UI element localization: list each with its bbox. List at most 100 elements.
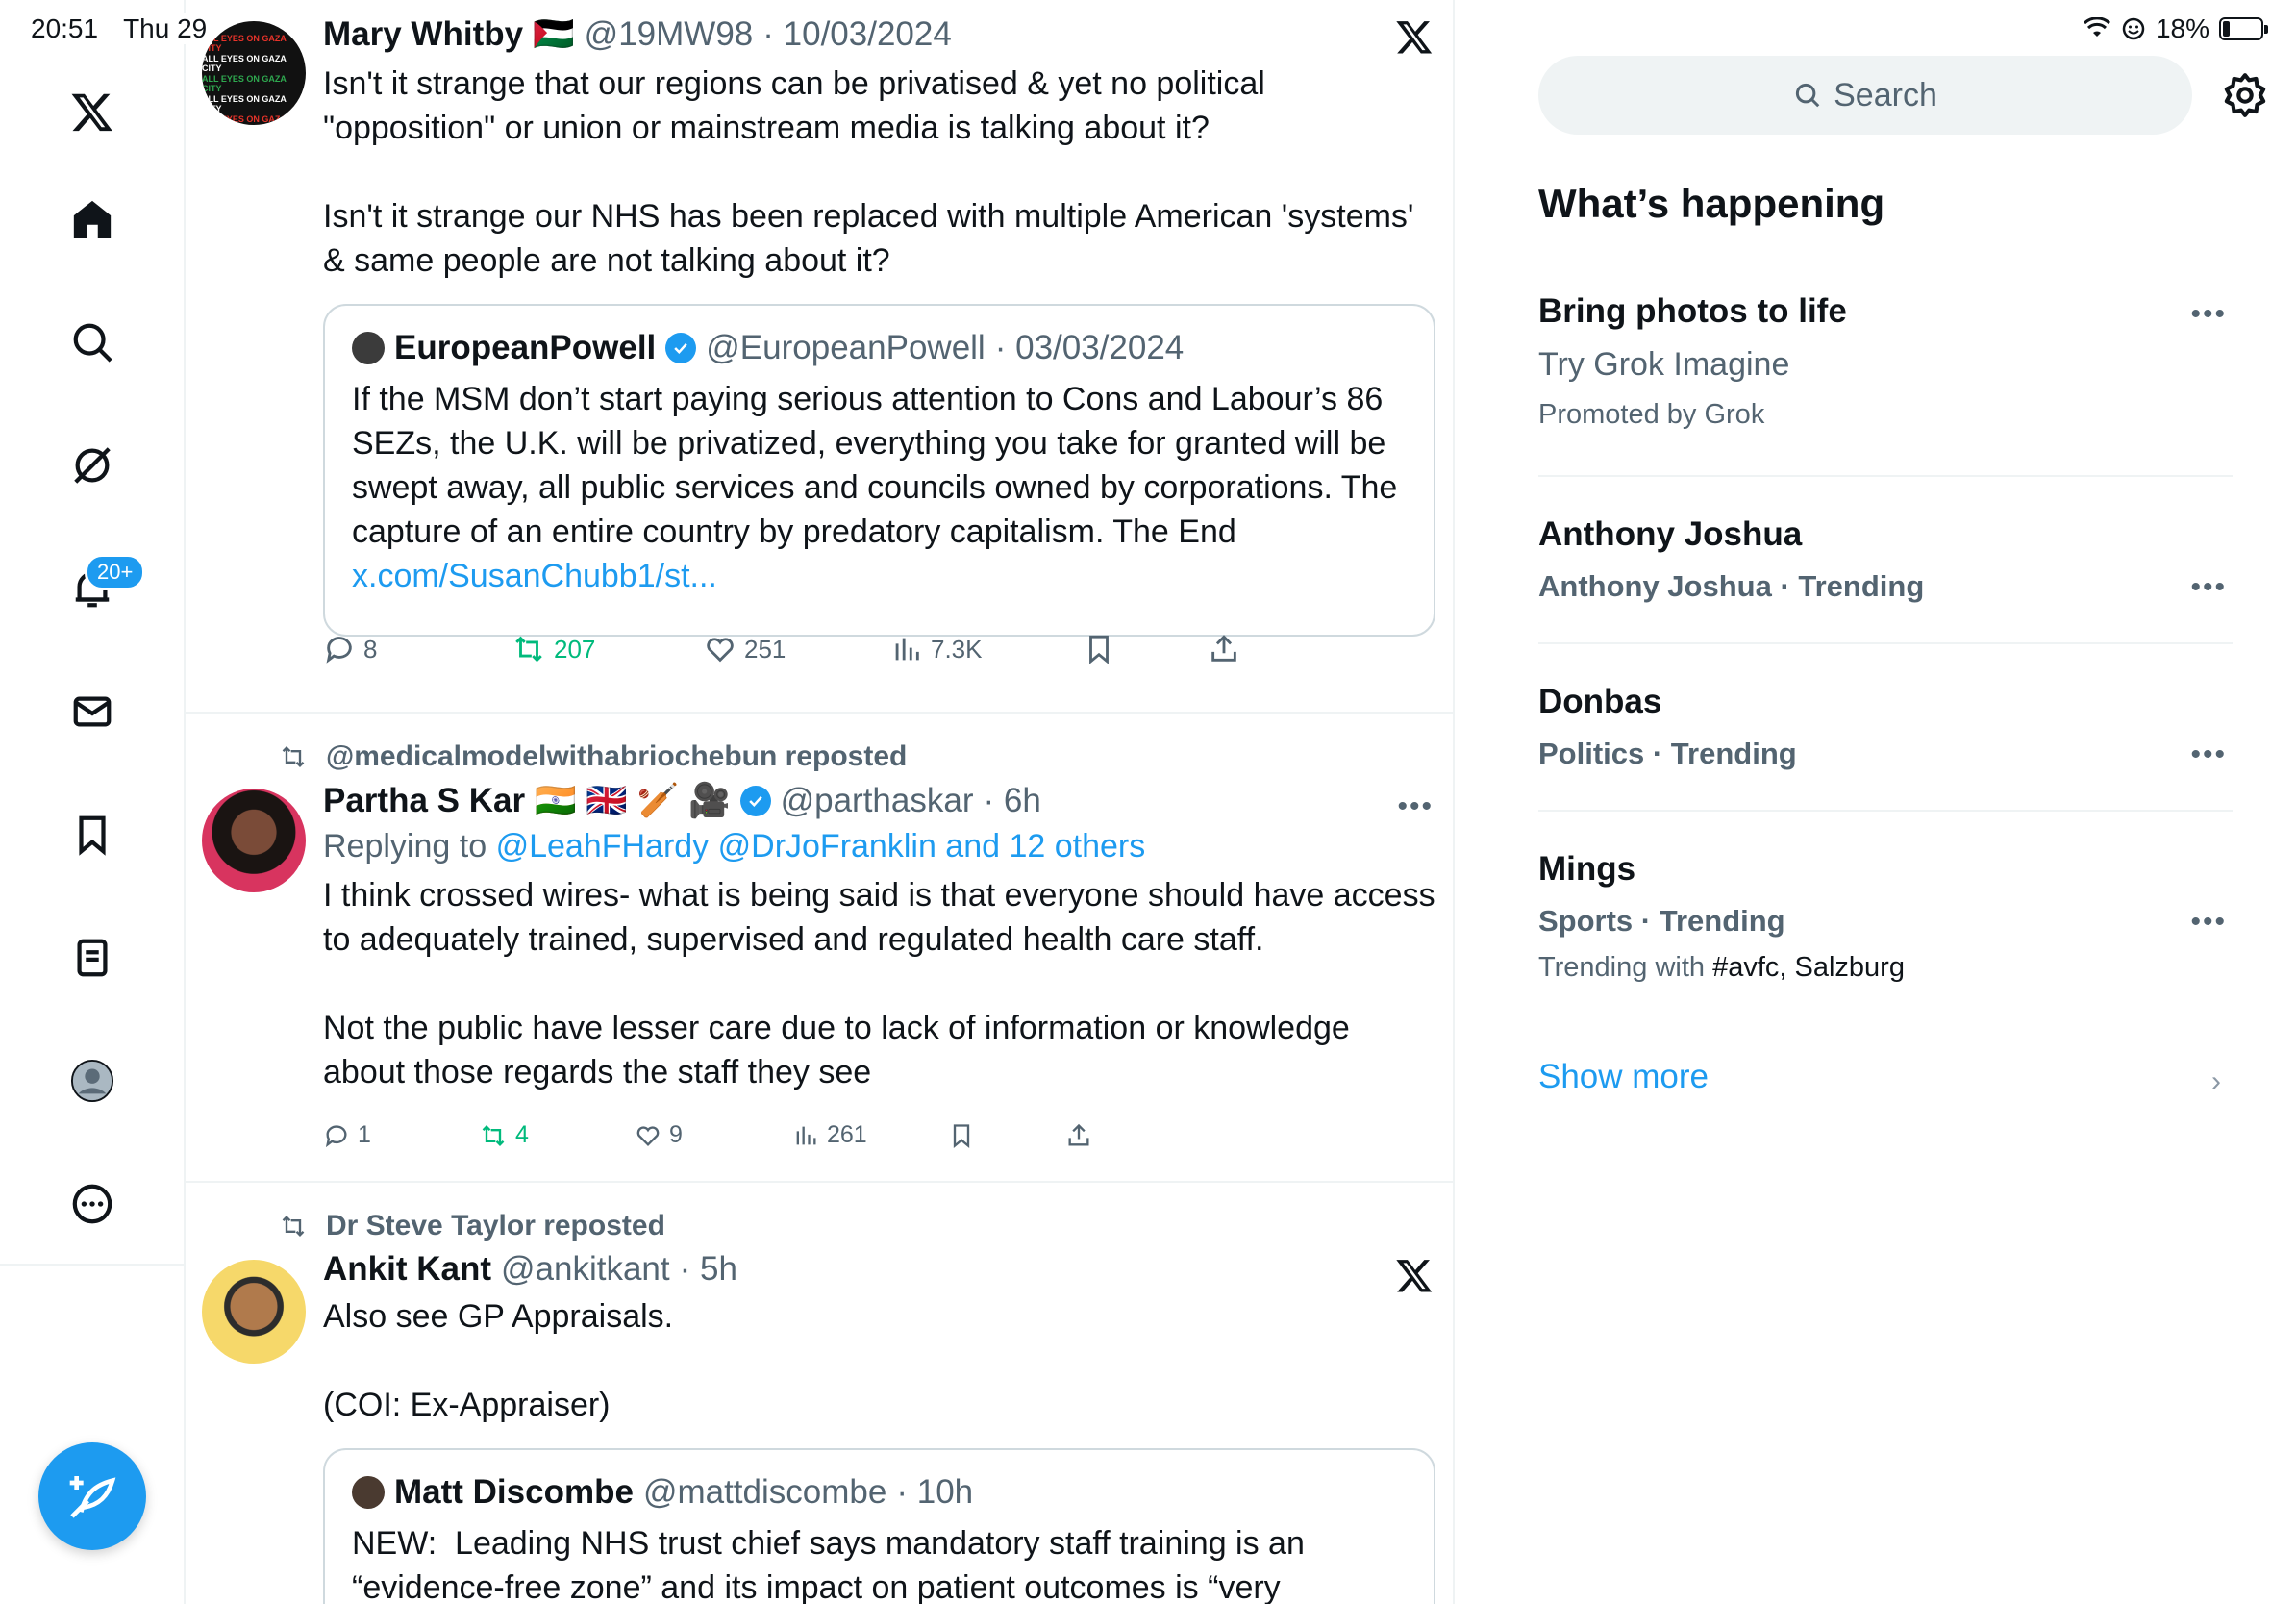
author-name[interactable]: Partha S Kar (323, 782, 525, 820)
post-actions: 1 4 9 261 (323, 1121, 1092, 1149)
more-options-icon[interactable] (63, 1175, 121, 1233)
quoted-text: If the MSM don’t start paying serious at… (352, 381, 1407, 550)
quoted-date: · 10h (896, 1473, 974, 1511)
heart-icon (707, 638, 734, 663)
post-date[interactable]: · 5h (680, 1250, 737, 1289)
x-logo-icon[interactable] (63, 83, 121, 140)
share-button[interactable] (1208, 633, 1240, 665)
settings-gear-icon[interactable] (2221, 71, 2269, 119)
chevron-right-icon: › (2211, 1065, 2221, 1097)
author-name[interactable]: Mary Whitby (323, 15, 523, 54)
trend-item-bring-photos[interactable]: Bring photos to life Try Grok Imagine Pr… (1538, 292, 2233, 431)
post-text: Also see GP Appraisals. (COI: Ex-Apprais… (323, 1298, 674, 1423)
repost-icon (515, 636, 542, 663)
post-more-menu[interactable]: ••• (1397, 790, 1434, 823)
avatar-partha-s-kar[interactable] (202, 789, 306, 892)
verified-badge-icon (739, 785, 771, 816)
reply-button[interactable]: 1 (323, 1121, 479, 1149)
share-icon (1211, 635, 1236, 662)
views-chart-icon (796, 1126, 816, 1144)
repost-icon (282, 1216, 305, 1237)
status-date: Thu 29 (123, 13, 208, 43)
repost-button[interactable]: 207 (512, 633, 704, 665)
quoted-post[interactable]: EuropeanPowell @EuropeanPowell · 03/03/2… (323, 304, 1435, 637)
post-partha-s-kar[interactable]: @medicalmodelwithabriochebun reposted Pa… (186, 714, 1453, 1183)
status-bar-right: 18% (2083, 13, 2268, 44)
compose-post-button[interactable] (38, 1442, 146, 1550)
quoted-link[interactable]: x.com/SusanChubb1/st... (352, 554, 1407, 598)
author-handle[interactable]: @19MW98 (585, 15, 754, 54)
quoted-post[interactable]: Matt Discombe @mattdiscombe · 10h NEW: L… (323, 1448, 1435, 1604)
bookmarks-icon[interactable] (63, 806, 121, 864)
bookmark-icon (1089, 635, 1109, 664)
post-mary-whitby[interactable]: ALL EYES ON GAZA CITY ALL EYES ON GAZA C… (186, 0, 1453, 714)
reposted-by[interactable]: Dr Steve Taylor reposted (326, 1210, 665, 1242)
post-date[interactable]: · 6h (984, 782, 1041, 820)
post-text: I think crossed wires- what is being sai… (323, 877, 1435, 1090)
x-logo-icon (1396, 21, 1433, 54)
trend-item-anthony-joshua[interactable]: Anthony Joshua Anthony Joshua · Trending… (1538, 515, 2233, 604)
repost-indicator: Dr Steve Taylor reposted (278, 1210, 665, 1242)
trend-item-donbas[interactable]: Donbas Politics · Trending ••• (1538, 683, 2233, 771)
explore-search-icon[interactable] (63, 313, 121, 371)
reply-icon (325, 1124, 347, 1147)
trend-divider (1538, 642, 2233, 644)
like-button[interactable]: 9 (635, 1121, 792, 1149)
trend-item-mings[interactable]: Mings Sports · Trending Trending with #a… (1538, 850, 2233, 984)
reposted-by[interactable]: @medicalmodelwithabriochebun reposted (326, 740, 907, 773)
author-flags: 🇮🇳 🇬🇧 🏏 🎥 (535, 782, 731, 819)
post-header: Mary Whitby 🇵🇸 @19MW98 · 10/03/2024 (323, 14, 1435, 54)
avatar-mary-whitby[interactable]: ALL EYES ON GAZA CITY ALL EYES ON GAZA C… (202, 21, 306, 125)
battery-icon (2219, 17, 2268, 40)
like-button[interactable]: 251 (704, 633, 890, 665)
trend-more-menu[interactable]: ••• (2190, 739, 2227, 771)
quoted-text: NEW: Leading NHS trust chief says mandat… (352, 1525, 1314, 1604)
repost-button[interactable]: 4 (479, 1121, 635, 1149)
bookmark-icon (953, 1123, 970, 1148)
quoted-avatar (352, 1476, 385, 1509)
trend-divider (1538, 810, 2233, 812)
replying-to-links[interactable]: @LeahFHardy @DrJoFranklin and 12 others (496, 828, 1146, 865)
trend-more-menu[interactable]: ••• (2190, 298, 2227, 331)
grok-icon[interactable] (63, 437, 121, 494)
search-icon (1796, 83, 1820, 108)
trend-more-menu[interactable]: ••• (2190, 571, 2227, 604)
bookmark-button[interactable] (948, 1122, 1065, 1149)
quoted-author-name: Matt Discombe (394, 1473, 634, 1511)
profile-avatar-icon[interactable] (63, 1052, 121, 1110)
post-header: Partha S Kar 🇮🇳 🇬🇧 🏏 🎥 @parthaskar · 6h (323, 781, 1435, 820)
reply-icon (326, 637, 352, 664)
quoted-date: · 03/03/2024 (994, 329, 1185, 366)
author-handle[interactable]: @parthaskar (781, 782, 974, 820)
timeline-feed: ALL EYES ON GAZA CITY ALL EYES ON GAZA C… (186, 0, 1455, 1604)
post-date[interactable]: · 10/03/2024 (762, 15, 952, 54)
share-button[interactable] (1065, 1122, 1092, 1149)
bookmark-button[interactable] (1083, 633, 1208, 665)
search-input[interactable]: Search (1538, 56, 2192, 135)
post-text: Isn't it strange that our regions can be… (323, 65, 1414, 279)
verified-badge-icon (665, 333, 697, 363)
trend-more-menu[interactable]: ••• (2190, 906, 2227, 939)
trend-divider (1538, 475, 2233, 477)
author-handle[interactable]: @ankitkant (501, 1250, 670, 1289)
rail-divider (0, 1264, 186, 1266)
show-more-link[interactable]: Show more (1538, 1058, 1709, 1096)
messages-envelope-icon[interactable] (63, 683, 121, 740)
lists-icon[interactable] (63, 929, 121, 987)
feather-plus-icon (69, 1476, 116, 1518)
views-button[interactable]: 261 (792, 1121, 948, 1149)
reply-button[interactable]: 8 (323, 633, 512, 665)
wifi-icon (2083, 17, 2110, 37)
share-icon (1068, 1123, 1089, 1145)
author-flag: 🇵🇸 (533, 15, 575, 53)
focus-mode-icon (2122, 17, 2145, 40)
repost-indicator: @medicalmodelwithabriochebun reposted (278, 740, 907, 773)
author-name[interactable]: Ankit Kant (323, 1250, 491, 1289)
avatar-ankit-kant[interactable] (202, 1260, 306, 1364)
views-button[interactable]: 7.3K (890, 633, 1083, 665)
left-nav: 20+ (0, 0, 186, 1604)
post-ankit-kant[interactable]: Dr Steve Taylor reposted Ankit Kant @ank… (186, 1183, 1453, 1604)
repost-icon (482, 1124, 505, 1146)
home-icon[interactable] (63, 190, 121, 248)
post-header: Ankit Kant @ankitkant · 5h (323, 1250, 1435, 1289)
